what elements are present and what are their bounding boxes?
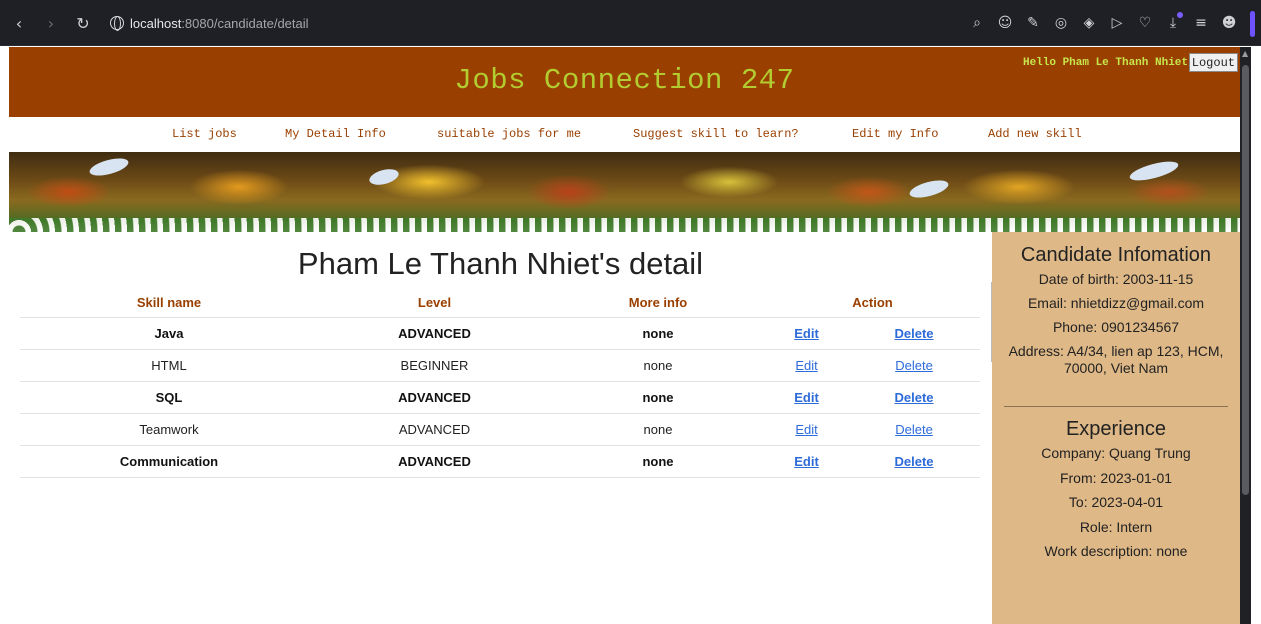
scroll-thumb[interactable] [1242,65,1249,495]
section-divider [1004,406,1228,407]
skill-info: none [551,349,765,382]
table-row: HTML BEGINNER none Edit Delete [20,349,980,382]
edit-link[interactable]: Edit [794,390,819,405]
greeting-text: Hello Pham Le Thanh Nhiet [1022,57,1188,69]
autumn-leaves-banner [9,152,1240,232]
phone: Phone: 0901234567 [1052,319,1180,335]
skill-level: ADVANCED [318,317,551,350]
scroll-up-icon[interactable]: ▲ [1242,49,1248,58]
edit-link[interactable]: Edit [794,454,819,469]
table-row: Teamwork ADVANCED none Edit Delete [20,413,980,446]
main-nav: List jobs My Detail Info suitable jobs f… [9,117,1240,152]
experience-role: Role: Intern [1079,518,1153,535]
url-text[interactable]: localhost:8080/candidate/detail [130,16,309,31]
nav-list-jobs[interactable]: List jobs [172,127,237,141]
edit-link[interactable]: Edit [795,358,817,373]
nav-my-detail-info[interactable]: My Detail Info [285,127,386,141]
smiley-icon[interactable]: ☺ [997,15,1013,31]
page-viewport: Jobs Connection 247 Hello Pham Le Thanh … [9,47,1240,624]
column-header-skill-name: Skill name [20,288,318,318]
candidate-info-title: Candidate Infomation [1020,244,1212,266]
download-icon[interactable]: ⤓ [1165,12,1183,31]
page-title: Pham Le Thanh Nhiet's detail [297,246,704,281]
skill-info: none [551,445,765,478]
sidebar-tab-indicator[interactable] [1250,11,1255,37]
skill-info: none [551,317,765,350]
reload-icon[interactable]: ↻ [72,14,94,33]
nav-edit-my-info[interactable]: Edit my Info [852,127,938,141]
skill-name: Teamwork [20,413,318,446]
nav-add-new-skill[interactable]: Add new skill [988,127,1082,141]
logout-button[interactable]: Logout [1188,53,1238,72]
candidate-info-panel: Candidate Infomation Date of birth: 2003… [992,232,1240,624]
table-header-row: Skill name Level More info Action [20,288,980,318]
skill-level: ADVANCED [318,445,551,478]
main-content: Pham Le Thanh Nhiet's detail Skill name … [9,232,992,624]
window-edge [1251,47,1261,624]
skill-level: ADVANCED [318,413,551,446]
back-icon[interactable]: ‹ [8,14,30,33]
skill-name: Communication [20,445,318,478]
column-header-action: Action [765,288,980,318]
skill-name: HTML [20,349,318,382]
edit-link[interactable]: Edit [795,422,817,437]
profile-icon[interactable]: ☻ [1221,15,1237,31]
skill-level: ADVANCED [318,381,551,414]
experience-to: To: 2023-04-01 [1068,494,1164,511]
camera-icon[interactable]: ◎ [1053,15,1069,31]
delete-link[interactable]: Delete [895,390,934,405]
delete-link[interactable]: Delete [895,326,934,341]
edit-link[interactable]: Edit [794,326,819,341]
browser-toolbar: ‹ › ↻ localhost:8080/candidate/detail ⌕ … [0,0,1261,46]
skill-name: Java [20,317,318,350]
menu-icon[interactable]: ≡ [1193,15,1209,31]
nav-suitable-jobs[interactable]: suitable jobs for me [437,127,581,141]
experience-title: Experience [1065,418,1167,440]
email: Email: nhietdizz@gmail.com [1027,295,1205,311]
shield-icon[interactable]: ◈ [1081,15,1097,31]
experience-work-description: Work description: none [1044,543,1188,560]
forward-icon[interactable]: › [40,14,62,33]
play-icon[interactable]: ▷ [1109,15,1125,31]
experience-company: Company: Quang Trung [1041,445,1191,461]
search-icon[interactable]: ⌕ [969,15,985,31]
heart-icon[interactable]: ♡ [1137,15,1153,31]
delete-link[interactable]: Delete [895,358,933,373]
column-header-level: Level [318,288,551,318]
experience-from: From: 2023-01-01 [1059,469,1173,486]
edit-icon[interactable]: ✎ [1025,15,1041,31]
table-row: Communication ADVANCED none Edit Delete [20,445,980,478]
address: Address: A4/34, lien ap 123, HCM, 70000,… [1008,343,1224,376]
skill-info: none [551,413,765,446]
skills-table: Skill name Level More info Action Java A… [20,288,980,478]
delete-link[interactable]: Delete [895,454,934,469]
page-scrollbar[interactable]: ▲ [1240,47,1251,624]
delete-link[interactable]: Delete [895,422,933,437]
column-header-more-info: More info [551,288,765,318]
site-header: Jobs Connection 247 Hello Pham Le Thanh … [9,47,1240,117]
skill-level: BEGINNER [318,349,551,382]
table-row: Java ADVANCED none Edit Delete [20,317,980,350]
table-row: SQL ADVANCED none Edit Delete [20,381,980,414]
site-info-icon[interactable] [110,16,124,31]
address-bar[interactable]: localhost:8080/candidate/detail [110,16,309,31]
nav-suggest-skill[interactable]: Suggest skill to learn? [633,127,799,141]
skill-name: SQL [20,381,318,414]
skill-info: none [551,381,765,414]
date-of-birth: Date of birth: 2003-11-15 [1038,271,1194,287]
